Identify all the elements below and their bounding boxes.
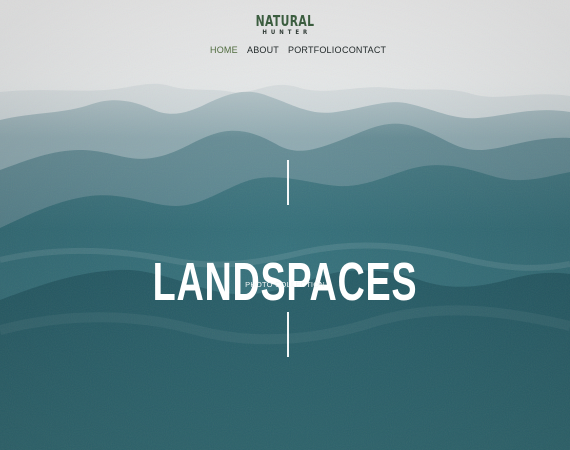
logo[interactable]: NATURAL HUNTER [241, 14, 329, 36]
site-header: NATURAL HUNTER HOME ABOUT PORTFOLIO CONT… [0, 0, 570, 66]
nav-contact-link[interactable]: CONTACT [342, 45, 386, 55]
nav-portfolio-link[interactable]: PORTFOLIO [288, 45, 342, 55]
logo-wordmark-top: NATURAL [255, 12, 315, 30]
page: NATURAL HUNTER HOME ABOUT PORTFOLIO CONT… [0, 0, 570, 450]
logo-wordmark-bottom: HUNTER [262, 29, 312, 36]
nav-home-link[interactable]: HOME [210, 45, 238, 55]
background-landscape-image [0, 0, 570, 450]
nav-about-link[interactable]: ABOUT [247, 45, 279, 55]
main-navigation: HOME ABOUT PORTFOLIO CONTACT [0, 45, 570, 57]
